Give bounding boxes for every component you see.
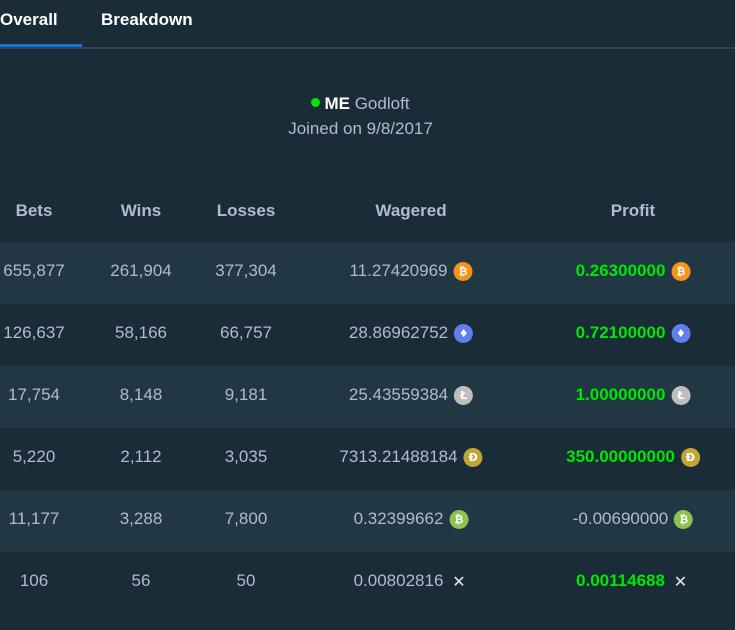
cell-losses: 50 bbox=[236, 571, 256, 590]
cell-bets: 655,877 bbox=[3, 261, 65, 280]
ripple-icon: ✕ bbox=[452, 571, 466, 591]
litecoin-icon: Ł bbox=[454, 385, 474, 405]
username[interactable]: Godloft bbox=[355, 94, 410, 113]
cell-bets: 106 bbox=[19, 571, 49, 590]
cell-wagered: 0.32399662 ₿ bbox=[354, 509, 469, 529]
bitcoin-cash-icon: ₿ bbox=[674, 509, 694, 529]
ethereum-icon: ♦ bbox=[454, 323, 474, 343]
table-row: 655,877 261,904 377,304 11.27420969 ₿ 0.26300… bbox=[0, 242, 735, 304]
user-rank: ME bbox=[324, 94, 350, 113]
cell-bets: 11,177 bbox=[8, 509, 60, 528]
header-losses: Losses bbox=[216, 201, 276, 220]
profit-value: 1.00000000 bbox=[575, 385, 666, 404]
cell-profit: 350.00000000 Ð bbox=[566, 447, 700, 467]
litecoin-icon: Ł bbox=[671, 385, 691, 405]
bitcoin-cash-icon: ₿ bbox=[449, 509, 469, 529]
active-tab-indicator bbox=[0, 44, 82, 47]
cell-wagered: 11.27420969 ₿ bbox=[349, 261, 473, 281]
cell-wins: 3,288 bbox=[119, 509, 163, 528]
cell-wins: 56 bbox=[131, 571, 151, 590]
wagered-value: 28.86962752 bbox=[348, 323, 449, 342]
cell-profit: 0.26300000 ₿ bbox=[576, 261, 691, 281]
cell-bets: 5,220 bbox=[12, 447, 56, 466]
online-status-icon bbox=[311, 98, 321, 108]
cell-wagered: 7313.21488184 Ð bbox=[339, 447, 483, 467]
profit-value: 0.26300000 bbox=[575, 261, 666, 280]
cell-losses: 7,800 bbox=[224, 509, 268, 528]
cell-losses: 377,304 bbox=[215, 261, 277, 280]
cell-wins: 261,904 bbox=[110, 261, 172, 280]
profit-value: 0.00114688 bbox=[576, 571, 665, 590]
cell-losses: 9,181 bbox=[224, 385, 268, 404]
bitcoin-icon: ₿ bbox=[671, 261, 691, 281]
cell-profit: 1.00000000 Ł bbox=[576, 385, 691, 405]
cell-bets: 17,754 bbox=[8, 385, 60, 404]
dogecoin-icon: Ð bbox=[463, 447, 483, 467]
wagered-value: 25.43559384 bbox=[348, 385, 449, 404]
cell-wins: 58,166 bbox=[115, 323, 167, 342]
table-row: 5,220 2,112 3,035 7313.21488184 Ð 350.0000000… bbox=[0, 428, 735, 490]
tab-overall[interactable]: Overall bbox=[0, 10, 58, 30]
wagered-value: 0.32399662 bbox=[353, 509, 444, 528]
header-profit: Profit bbox=[610, 201, 656, 220]
table-row: 11,177 3,288 7,800 0.32399662 ₿ -0.00690000 ₿ bbox=[0, 490, 735, 552]
header-wagered: Wagered bbox=[375, 201, 447, 220]
wagered-value: 0.00802816 bbox=[353, 571, 444, 590]
stats-table-header: Bets Wins Losses Wagered Profit bbox=[0, 192, 735, 236]
profit-value: 350.00000000 bbox=[566, 447, 675, 466]
ripple-icon: ✕ bbox=[673, 571, 688, 591]
cell-losses: 3,035 bbox=[224, 447, 268, 466]
cell-profit: 0.00114688 ✕ bbox=[576, 571, 690, 591]
profit-value: 0.72100000 bbox=[575, 323, 666, 342]
header-wins: Wins bbox=[120, 201, 162, 220]
user-name-line: ME Godloft bbox=[0, 92, 728, 116]
cell-wagered: 28.86962752 ♦ bbox=[348, 323, 474, 343]
bitcoin-icon: ₿ bbox=[453, 261, 473, 281]
user-profile-header: ME Godloft Joined on 9/8/2017 bbox=[0, 92, 728, 142]
cell-wagered: 25.43559384 Ł bbox=[348, 385, 474, 405]
cell-wins: 8,148 bbox=[119, 385, 163, 404]
ethereum-icon: ♦ bbox=[671, 323, 691, 343]
dogecoin-icon: Ð bbox=[680, 447, 700, 467]
tab-bar: Overall Breakdown bbox=[0, 0, 735, 49]
profit-value: -0.00690000 bbox=[572, 509, 669, 528]
cell-profit: 0.72100000 ♦ bbox=[576, 323, 691, 343]
header-bets: Bets bbox=[15, 201, 53, 220]
tab-breakdown[interactable]: Breakdown bbox=[101, 10, 193, 30]
joined-date: Joined on 9/8/2017 bbox=[288, 119, 433, 138]
wagered-value: 11.27420969 bbox=[349, 261, 448, 280]
cell-losses: 66,757 bbox=[220, 323, 272, 342]
table-row: 17,754 8,148 9,181 25.43559384 Ł 1.00000000 Ł bbox=[0, 366, 735, 428]
cell-profit: -0.00690000 ₿ bbox=[572, 509, 694, 529]
table-row: 126,637 58,166 66,757 28.86962752 ♦ 0.7210000… bbox=[0, 304, 735, 366]
table-row: 106 56 50 0.00802816 ✕ 0.00114688 ✕ bbox=[0, 552, 735, 614]
cell-bets: 126,637 bbox=[3, 323, 65, 342]
cell-wins: 2,112 bbox=[120, 447, 162, 466]
wagered-value: 7313.21488184 bbox=[339, 447, 458, 466]
cell-wagered: 0.00802816 ✕ bbox=[354, 571, 469, 591]
